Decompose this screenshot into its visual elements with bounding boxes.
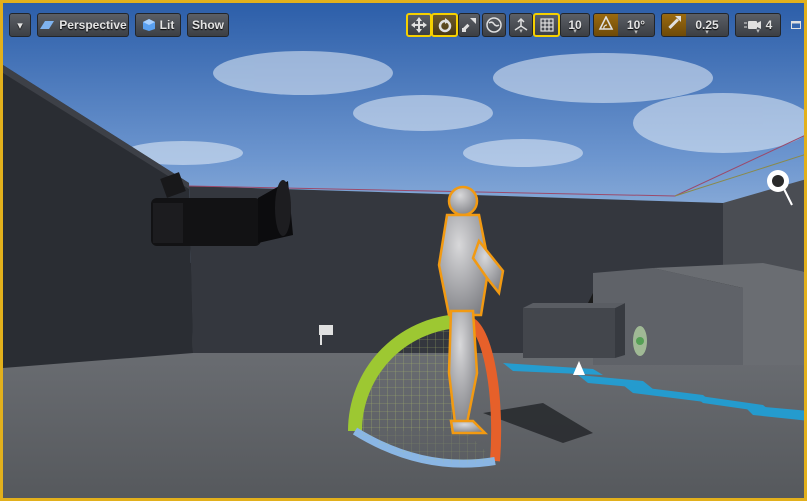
- surface-snap-button[interactable]: ▾: [509, 13, 533, 37]
- chevron-down-icon: ▾: [17, 19, 23, 32]
- world-space-button[interactable]: [482, 13, 506, 37]
- perspective-label: Perspective: [59, 18, 127, 32]
- grid-icon: [539, 18, 554, 32]
- rotation-snap-group[interactable]: 10° ▾: [593, 13, 655, 37]
- translate-icon: [411, 17, 427, 33]
- grid-snap-toggle[interactable]: [533, 13, 560, 37]
- scale-snap-group[interactable]: 0.25 ▾: [661, 13, 729, 37]
- world-space-icon: [486, 17, 502, 33]
- show-button[interactable]: Show: [187, 13, 229, 37]
- show-label: Show: [192, 18, 224, 32]
- scale-icon: [462, 18, 476, 32]
- scale-tool-button[interactable]: [458, 13, 480, 37]
- camera-speed-button[interactable]: 4 ▾: [735, 13, 781, 37]
- translate-tool-button[interactable]: [406, 13, 432, 37]
- rotation-snap-value-dropdown[interactable]: 10° ▾: [618, 14, 654, 36]
- light-icon: [633, 326, 647, 356]
- rotate-tool-button[interactable]: [431, 13, 458, 37]
- camera-speed-value: 4: [765, 18, 773, 32]
- maximize-icon: [791, 21, 801, 29]
- scene-render[interactable]: [3, 3, 807, 501]
- rotation-snap-toggle[interactable]: [594, 14, 618, 36]
- view-mode-lit-button[interactable]: Lit: [135, 13, 181, 37]
- maximize-viewport-button[interactable]: [787, 13, 804, 37]
- lit-label: Lit: [159, 18, 175, 32]
- rotate-icon: [437, 17, 453, 33]
- scale-snap-toggle[interactable]: [662, 14, 686, 36]
- lit-sphere-icon: [142, 18, 156, 32]
- perspective-button[interactable]: Perspective: [37, 13, 129, 37]
- perspective-icon: [39, 19, 55, 31]
- level-viewport[interactable]: ▾ Perspective Lit Show ▾ 10 ▾ 10° ▾ 0.25…: [0, 0, 807, 501]
- grid-snap-value-dropdown[interactable]: 10 ▾: [560, 13, 590, 37]
- small-block: [523, 308, 615, 358]
- scale-snap-value-dropdown[interactable]: 0.25 ▾: [686, 14, 728, 36]
- scale-arrow-icon: [667, 15, 681, 35]
- angle-icon: [598, 14, 614, 35]
- viewport-options-button[interactable]: ▾: [9, 13, 31, 37]
